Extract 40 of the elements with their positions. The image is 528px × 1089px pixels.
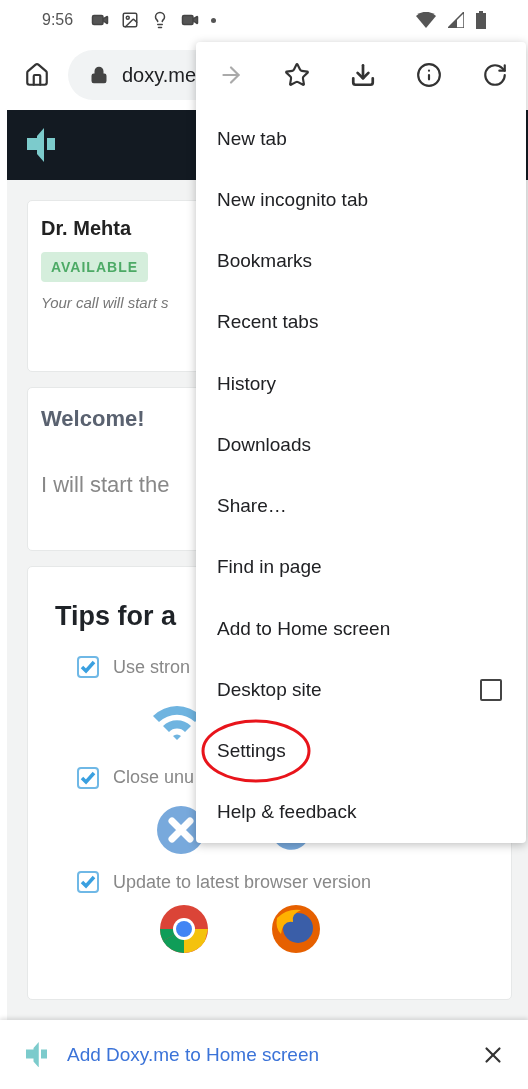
tip-text: Update to latest browser version (113, 871, 372, 893)
clock-time: 9:56 (42, 11, 74, 29)
menu-item[interactable]: Recent tabs (196, 291, 526, 353)
desktop-site-checkbox[interactable] (480, 678, 502, 701)
welcome-text: I will start the (41, 472, 170, 498)
add-to-home-link[interactable]: Add Doxy.me to Home screen (67, 1043, 460, 1066)
logo-icon (27, 128, 55, 162)
signal-icon (448, 12, 464, 28)
call-note: Your call will start s (41, 294, 169, 311)
firefox-logo (271, 904, 321, 955)
url-text: doxy.me (122, 63, 197, 87)
status-badge: AVAILABLE (41, 252, 149, 282)
wifi-icon (416, 12, 436, 28)
welcome-title: Welcome! (41, 406, 145, 432)
info-button[interactable] (416, 61, 442, 88)
tip-text: Close unu (113, 767, 195, 789)
menu-item[interactable]: Add to Home screen (196, 597, 526, 660)
doctor-name: Dr. Mehta (41, 217, 132, 240)
menu-item[interactable]: History (196, 352, 526, 415)
lock-icon (90, 66, 108, 84)
chrome-logo (159, 904, 209, 955)
menu-item[interactable]: Bookmarks (196, 230, 526, 292)
menu-item[interactable]: New incognito tab (196, 169, 526, 231)
menu-item[interactable]: New tab (196, 107, 526, 170)
battery-icon (476, 11, 486, 29)
menu-item[interactable]: Settings (196, 720, 526, 782)
download-button[interactable] (350, 61, 376, 88)
home-button[interactable] (24, 62, 50, 88)
reload-button[interactable] (482, 61, 508, 88)
menu-item[interactable]: Share… (196, 475, 526, 537)
tips-title: Tips for a (55, 601, 177, 632)
menu-item[interactable]: Downloads (196, 414, 526, 476)
menu-item[interactable]: Find in page (196, 536, 526, 598)
menu-item[interactable]: Desktop site (196, 659, 526, 721)
logo-icon (26, 1041, 47, 1068)
menu-item[interactable]: Help & feedback (196, 781, 526, 843)
star-button[interactable] (284, 61, 310, 88)
image-icon (121, 11, 140, 29)
tip-text: Use stron (113, 656, 191, 678)
dot-icon (211, 17, 217, 23)
